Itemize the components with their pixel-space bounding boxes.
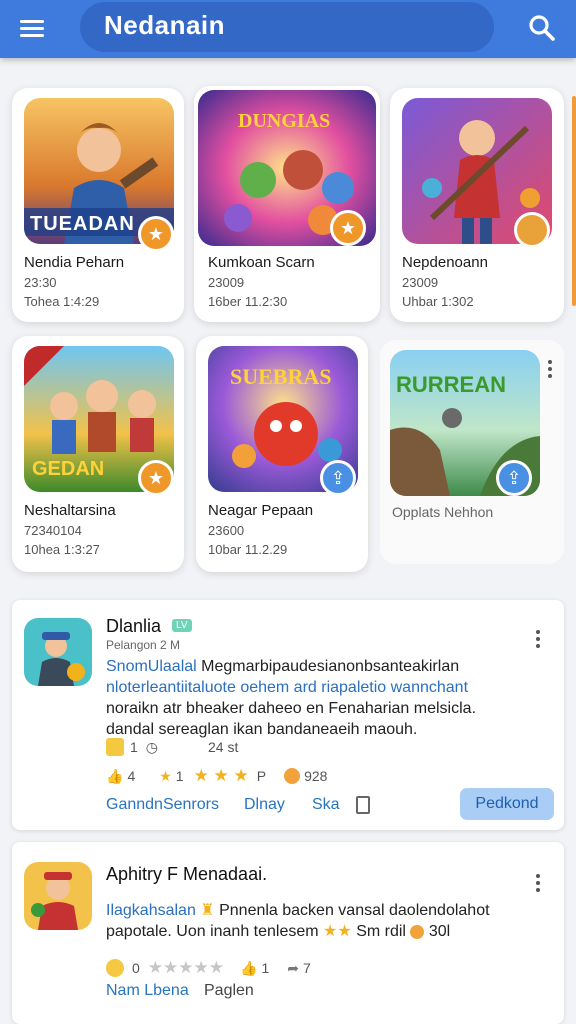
rating-stars[interactable]: ★★★★★ <box>148 958 224 978</box>
game-title: Nepdenoann <box>402 254 488 271</box>
game-stat: 23009 <box>402 275 439 290</box>
post-body: Ilagkahsalan ♜ Pnnenla backen vansal dao… <box>106 902 490 940</box>
game-art-text: GEDAN <box>32 458 105 480</box>
upload-icon: ⇪ <box>496 460 532 496</box>
game-art-text: RURREAN <box>396 372 506 397</box>
thumbs-up-icon[interactable]: 👍 <box>106 768 123 785</box>
game-card[interactable]: SUEBRAS ⇪ Neagar Pepaan 23600 10bar 11.2… <box>196 336 368 572</box>
trophy-icon: ♜ <box>200 902 215 919</box>
game-date: Uhbar 1:302 <box>402 294 474 309</box>
game-art-text: SUEBRAS <box>230 364 332 389</box>
menu-icon[interactable] <box>20 16 50 42</box>
share-icon[interactable]: ➦ <box>287 960 299 977</box>
more-vert-icon[interactable] <box>534 628 542 654</box>
post-reaction-row: 1 ◷ 24 st <box>106 738 238 756</box>
star-icon <box>514 212 550 248</box>
post-stats-row: 👍 4 ★ 1 ★ ★ ★ P 928 <box>106 766 328 785</box>
coin-icon <box>410 924 425 939</box>
game-title: Opplats Nehhon <box>392 504 494 520</box>
post-link[interactable]: Dlnay <box>244 796 285 814</box>
game-card[interactable]: Nepdenoann 23009 Uhbar 1:302 <box>390 88 564 322</box>
follow-button[interactable]: Pedkond <box>460 788 554 820</box>
bookmark-icon[interactable] <box>356 796 370 814</box>
clock-icon: ◷ <box>145 738 159 755</box>
star-icon: ★ <box>330 210 366 246</box>
game-card[interactable]: RURREAN ⇪ Opplats Nehhon <box>380 340 564 564</box>
app-title: Nedanain <box>104 10 226 40</box>
game-card[interactable]: GEDAN ★ Neshaltarsina 72340104 10hea 1:3… <box>12 336 184 572</box>
level-badge: LV <box>172 619 192 632</box>
game-title: Kumkoan Scarn <box>208 254 315 271</box>
post-lead[interactable]: SnomUlaalal <box>106 658 197 675</box>
search-icon[interactable] <box>526 12 558 44</box>
feed-post: Aphitry F Menadaai. Ilagkahsalan ♜ Pnnen… <box>12 842 564 1024</box>
post-link[interactable]: GanndnSenrors <box>106 796 219 814</box>
coin-icon <box>106 959 124 977</box>
post-author[interactable]: Aphitry F Menadaai. <box>106 864 267 885</box>
post-author[interactable]: Dlanlia <box>106 616 161 637</box>
more-vert-icon[interactable] <box>546 358 554 384</box>
post-link[interactable]: Paglen <box>204 982 254 1000</box>
post-body: SnomUlaalal Megmarbipaudesianonbsanteaki… <box>106 658 477 738</box>
avatar[interactable] <box>24 618 92 686</box>
coin-icon <box>284 768 301 784</box>
star-icon: ★ <box>159 767 172 784</box>
game-stat: 23600 <box>208 523 245 538</box>
avatar[interactable] <box>24 862 92 930</box>
post-link[interactable]: Nam Lbena <box>106 982 189 1000</box>
rating-stars: ★ ★ ★ <box>193 766 249 785</box>
game-date: 16ber 11.2:30 <box>208 294 288 309</box>
post-stats-row: 0 ★★★★★ 👍 1 ➦ 7 <box>106 958 311 978</box>
rating-stars: ★★ <box>323 923 352 940</box>
edge-strip <box>572 96 576 306</box>
game-title: Neagar Pepaan <box>208 502 314 519</box>
post-lead[interactable]: Ilagkahsalan <box>106 902 196 919</box>
star-icon: ★ <box>138 216 174 252</box>
upload-icon: ⇪ <box>320 460 356 496</box>
game-date: 10hea 1:3:27 <box>24 542 100 557</box>
game-title: Neshaltarsina <box>24 502 116 519</box>
game-date: Tohea 1:4:29 <box>24 294 100 309</box>
feed-post: Dlanlia LV Pelangon 2 M SnomUlaalal Megm… <box>12 600 564 830</box>
game-stat: 23:30 <box>24 275 57 290</box>
game-stat: 72340104 <box>24 523 82 538</box>
game-stat: 23009 <box>208 275 245 290</box>
game-date: 10bar 11.2.29 <box>208 542 288 557</box>
more-vert-icon[interactable] <box>534 872 542 898</box>
game-art-text: TUEADAN <box>30 213 135 235</box>
thumbs-up-icon[interactable]: 👍 <box>240 960 257 977</box>
game-title: Nendia Peharn <box>24 254 125 271</box>
star-icon: ★ <box>138 460 174 496</box>
game-card[interactable]: TUEADAN ★ Nendia Peharn 23:30 Tohea 1:4:… <box>12 88 184 322</box>
top-app-bar: Nedanain <box>0 0 576 58</box>
post-time: Pelangon 2 M <box>106 638 181 652</box>
emoji-icon[interactable] <box>106 738 124 756</box>
game-card[interactable]: DUNGIAS ★ Kumkoan Scarn 23009 16ber 11.2… <box>194 86 380 322</box>
game-art-text: DUNGIAS <box>238 110 331 132</box>
post-link[interactable]: Ska <box>312 796 340 814</box>
